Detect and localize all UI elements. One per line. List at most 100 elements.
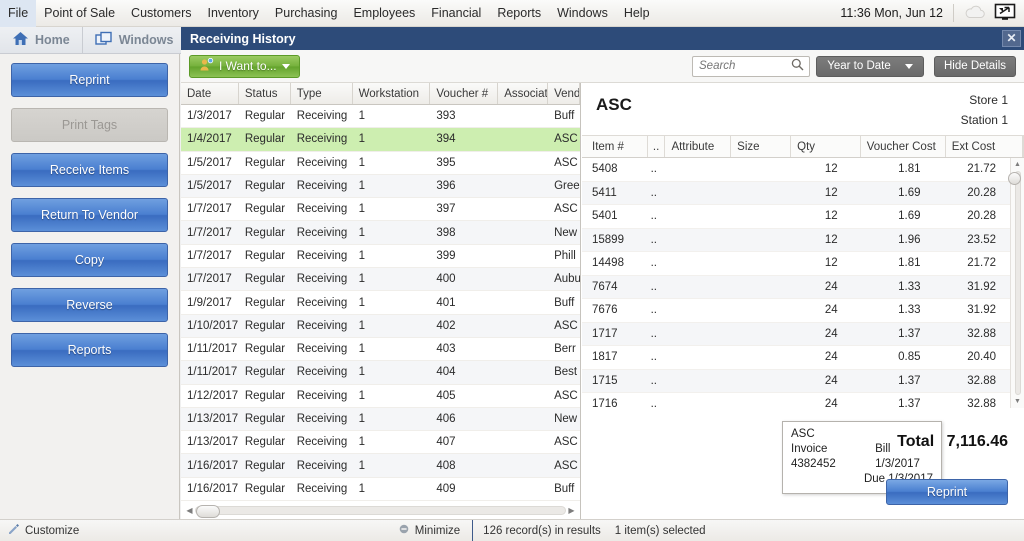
detail-cell-voucher-cost: 1.69 [898,186,921,199]
vscroll-thumb[interactable] [1008,172,1021,185]
detail-col-dot[interactable]: .. [648,136,666,157]
grid-horizontal-scrollbar[interactable]: ◀ ▶ [184,504,577,518]
table-row[interactable]: 1/13/2017 Regular Receiving 1 407 ASC [181,431,580,455]
table-row[interactable]: 1/4/2017 Regular Receiving 1 394 ASC [181,128,580,152]
detail-row[interactable]: 5411.. 12 1.69 20.28 [582,181,1010,205]
cell-vendor: ASC [554,436,578,449]
grid-col-vendor[interactable]: Vendor [548,83,580,104]
detail-reprint-button[interactable]: Reprint [886,479,1008,505]
detail-col-attribute[interactable]: Attribute [665,136,732,157]
cell-associate [498,105,548,127]
menu-item-customers[interactable]: Customers [123,0,199,27]
i-want-to-button[interactable]: I Want to... [189,54,300,78]
table-row[interactable]: 1/11/2017 Regular Receiving 1 404 Best [181,361,580,385]
detail-row[interactable]: 1716.. 24 1.37 32.88 [582,393,1010,408]
detail-cell-ext-cost: 32.88 [967,374,996,387]
menu-item-financial[interactable]: Financial [423,0,489,27]
detail-row[interactable]: 7676.. 24 1.33 31.92 [582,299,1010,323]
detail-row[interactable]: 1715.. 24 1.37 32.88 [582,369,1010,393]
detail-col-voucher-cost[interactable]: Voucher Cost [861,136,946,157]
sidebar-button-reprint[interactable]: Reprint [11,63,168,97]
cell-status: Regular [244,413,286,425]
cloud-icon[interactable] [964,5,986,22]
vscroll-track[interactable] [1015,171,1021,395]
grid-col-workstation[interactable]: Workstation [353,83,431,104]
table-row[interactable]: 1/12/2017 Regular Receiving 1 405 ASC [181,385,580,408]
date-range-dropdown[interactable]: Year to Date [816,55,924,77]
status-bar: Customize Minimize 126 record(s) in resu… [0,519,1024,541]
scroll-right-icon[interactable]: ▶ [566,506,577,515]
table-row[interactable]: 1/7/2017 Regular Receiving 1 400 Aubu [181,268,580,292]
table-row[interactable]: 1/16/2017 Regular Receiving 1 408 ASC [181,454,580,478]
detail-row[interactable]: 1717.. 24 1.37 32.88 [582,322,1010,346]
window-close-button[interactable]: ✕ [1002,30,1021,47]
scroll-up-icon[interactable]: ▲ [1011,158,1024,171]
nav-home[interactable]: Home [0,27,83,53]
detail-col-size[interactable]: Size [731,136,792,157]
grid-col-status[interactable]: Status [239,83,291,104]
grid-col-voucher[interactable]: Voucher # [430,83,499,104]
sidebar-button-print-tags: Print Tags [11,108,168,142]
table-row[interactable]: 1/5/2017 Regular Receiving 1 396 Gree [181,174,580,199]
detail-row[interactable]: 5401.. 12 1.69 20.28 [582,205,1010,229]
cell-voucher: 398 [436,226,456,239]
detail-row[interactable]: 5408.. 12 1.81 21.72 [582,158,1010,182]
menu-item-help[interactable]: Help [616,0,658,27]
scroll-down-icon[interactable]: ▼ [1011,395,1024,408]
menu-item-windows[interactable]: Windows [549,0,616,27]
menu-item-purchasing[interactable]: Purchasing [267,0,346,27]
menu-item-employees[interactable]: Employees [345,0,423,27]
detail-col-qty[interactable]: Qty [791,136,861,157]
sidebar-button-return-to-vendor[interactable]: Return To Vendor [11,198,168,232]
detail-vertical-scrollbar[interactable]: ▲ ▼ [1008,158,1024,408]
grid-col-date[interactable]: Date [181,83,239,104]
hide-details-button[interactable]: Hide Details [934,55,1016,77]
hscroll-thumb[interactable] [196,505,220,518]
hscroll-track[interactable] [195,505,566,518]
detail-col-item[interactable]: Item # [582,136,648,157]
grid-col-type[interactable]: Type [291,83,353,104]
detail-row[interactable]: 15899.. 12 1.96 23.52 [582,228,1010,252]
cell-workstation: 1 [358,459,365,472]
detail-body[interactable]: 5408.. 12 1.81 21.72 5411.. 12 1.69 20.28 5401..… [582,158,1010,408]
detail-row[interactable]: 1817.. 24 0.85 20.40 [582,346,1010,370]
customize-button[interactable]: Customize [0,523,79,538]
detail-row[interactable]: 7674.. 24 1.33 31.92 [582,275,1010,299]
sidebar-button-reports[interactable]: Reports [11,333,168,367]
minimize-button[interactable]: Minimize [398,523,460,538]
cell-status: Regular [244,226,286,239]
cell-date: 1/12/2017 [187,389,239,402]
grid-col-associate[interactable]: Associate [498,83,549,104]
scroll-left-icon[interactable]: ◀ [184,506,195,515]
sidebar-button-reverse[interactable]: Reverse [11,288,168,322]
sidebar-button-receive-items[interactable]: Receive Items [11,153,168,187]
detail-row[interactable]: 14498.. 12 1.81 21.72 [582,252,1010,276]
menu-item-reports[interactable]: Reports [489,0,549,27]
table-row[interactable]: 1/11/2017 Regular Receiving 1 403 Berr [181,338,580,362]
search-input[interactable] [699,60,791,72]
table-row[interactable]: 1/16/2017 Regular Receiving 1 409 Buff [181,478,580,502]
detail-cell-size [726,205,784,228]
cell-status: Regular [244,482,286,495]
table-row[interactable]: 1/9/2017 Regular Receiving 1 401 Buff [181,291,580,315]
table-row[interactable]: 1/10/2017 Regular Receiving 1 402 ASC [181,314,580,338]
detail-cell-item: 15899 [592,233,624,246]
search-icon[interactable] [791,58,804,74]
grid-body[interactable]: 1/3/2017 Regular Receiving 1 393 Buff 1/4/2017… [181,105,580,503]
table-row[interactable]: 1/3/2017 Regular Receiving 1 393 Buff [181,105,580,129]
display-icon[interactable] [994,3,1016,24]
table-row[interactable]: 1/7/2017 Regular Receiving 1 399 Phill [181,245,580,269]
table-row[interactable]: 1/5/2017 Regular Receiving 1 395 ASC [181,152,580,175]
cell-workstation: 1 [358,413,365,425]
menu-item-point-of-sale[interactable]: Point of Sale [36,0,123,27]
detail-col-ext-cost[interactable]: Ext Cost [946,136,1024,157]
menu-item-inventory[interactable]: Inventory [199,0,266,27]
search-box[interactable] [692,55,810,77]
detail-cell-ext-cost: 20.28 [967,186,996,199]
sidebar-button-copy[interactable]: Copy [11,243,168,277]
table-row[interactable]: 1/7/2017 Regular Receiving 1 397 ASC [181,198,580,222]
table-row[interactable]: 1/7/2017 Regular Receiving 1 398 New [181,221,580,245]
detail-header-row: Item # .. Attribute Size Qty Voucher Cos… [582,136,1024,158]
table-row[interactable]: 1/13/2017 Regular Receiving 1 406 New [181,407,580,432]
menu-item-file[interactable]: File [0,0,37,27]
